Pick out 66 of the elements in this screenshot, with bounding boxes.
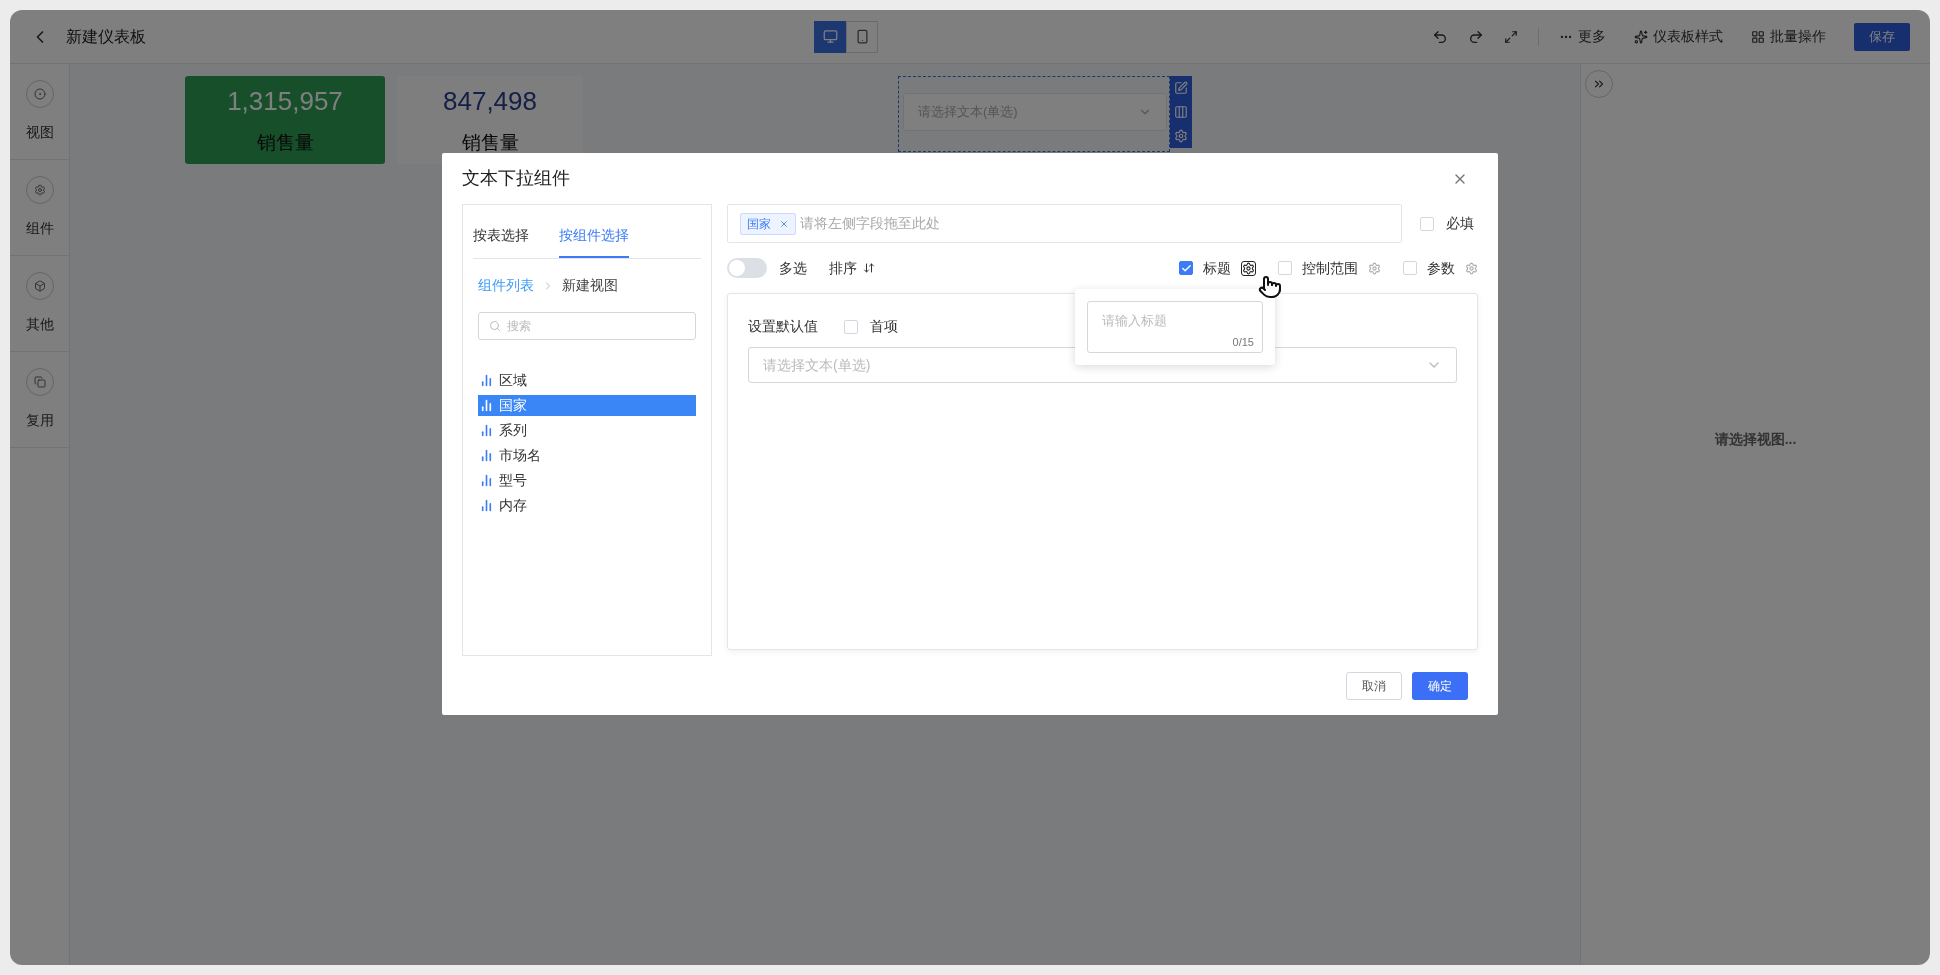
columns-icon[interactable] <box>1174 105 1188 119</box>
mobile-view-button[interactable] <box>846 20 878 53</box>
edit-icon[interactable] <box>1174 81 1188 95</box>
bar-chart-icon <box>480 499 493 512</box>
multi-select-toggle[interactable] <box>727 258 767 278</box>
field-item[interactable]: 国家 <box>478 395 696 416</box>
first-item-label: 首项 <box>870 317 898 336</box>
search-icon <box>489 320 501 332</box>
phone-icon <box>854 29 870 44</box>
grid-icon <box>1751 29 1765 44</box>
remove-icon[interactable] <box>779 218 789 229</box>
undo-icon[interactable] <box>1432 28 1448 45</box>
dialog-title: 文本下拉组件 <box>462 167 570 190</box>
drop-zone[interactable]: 国家 请将左侧字段拖至此处 <box>727 204 1402 243</box>
desktop-view-button[interactable] <box>814 20 846 53</box>
redo-icon[interactable] <box>1468 28 1484 45</box>
sidebar-item[interactable]: 组件 <box>10 160 69 256</box>
toolbar-button[interactable]: 仪表板样式 <box>1634 26 1723 47</box>
bar-chart-icon <box>480 474 493 487</box>
field-item[interactable]: 型号 <box>478 470 696 491</box>
kpi-value: 1,315,957 <box>227 85 343 119</box>
kpi-label: 销售量 <box>461 131 519 156</box>
option-label: 控制范围 <box>1302 258 1358 278</box>
tab[interactable]: 按组件选择 <box>559 225 629 258</box>
sidebar-item[interactable]: 视图 <box>10 64 69 160</box>
required-label: 必填 <box>1446 214 1474 233</box>
tab[interactable]: 按表选择 <box>473 225 529 258</box>
option-checkbox[interactable] <box>1179 261 1193 275</box>
gear-icon[interactable] <box>1241 260 1256 276</box>
toolbar-button[interactable]: 更多 <box>1559 26 1606 47</box>
sidebar-item[interactable]: 复用 <box>10 352 69 448</box>
option-label: 参数 <box>1427 258 1455 278</box>
field-item[interactable]: 区域 <box>478 370 696 391</box>
fullscreen-icon[interactable] <box>1504 29 1518 44</box>
kpi-label: 销售量 <box>256 131 314 156</box>
option-label: 标题 <box>1203 258 1231 278</box>
required-checkbox[interactable] <box>1420 216 1434 231</box>
cancel-button[interactable]: 取消 <box>1346 671 1402 700</box>
drop-placeholder: 请将左侧字段拖至此处 <box>800 214 940 233</box>
sort-icon <box>863 262 875 274</box>
kpi-value: 847,498 <box>443 85 537 119</box>
confirm-button[interactable]: 确定 <box>1412 671 1468 700</box>
bar-chart-icon <box>480 449 493 462</box>
field-item[interactable]: 系列 <box>478 420 696 441</box>
empty-message: 请选择视图... <box>1714 430 1797 449</box>
save-button[interactable]: 保存 <box>1854 22 1910 51</box>
bar-chart-icon <box>480 424 493 437</box>
dashboard-title: 新建仪表板 <box>66 26 146 47</box>
field-item[interactable]: 市场名 <box>478 445 696 466</box>
sidebar-item[interactable]: 其他 <box>10 256 69 352</box>
settings-icon[interactable] <box>1174 129 1188 143</box>
breadcrumb-current: 新建视图 <box>562 276 618 295</box>
field-item[interactable]: 内存 <box>478 495 696 516</box>
first-item-checkbox[interactable] <box>844 319 858 334</box>
bar-chart-icon <box>480 374 493 387</box>
sparkle-icon <box>1634 29 1648 44</box>
bar-chart-icon <box>480 399 493 412</box>
field-tag: 国家 <box>740 212 796 235</box>
monitor-icon <box>822 29 838 44</box>
breadcrumb-link[interactable]: 组件列表 <box>478 275 534 296</box>
default-value-label: 设置默认值 <box>748 317 818 336</box>
sort-button[interactable]: 排序 <box>829 257 875 279</box>
toolbar-button[interactable]: 批量操作 <box>1751 26 1826 47</box>
title-input[interactable]: 请输入标题 0/15 <box>1087 301 1263 353</box>
multi-select-label: 多选 <box>779 258 807 278</box>
char-counter: 0/15 <box>1232 334 1254 350</box>
